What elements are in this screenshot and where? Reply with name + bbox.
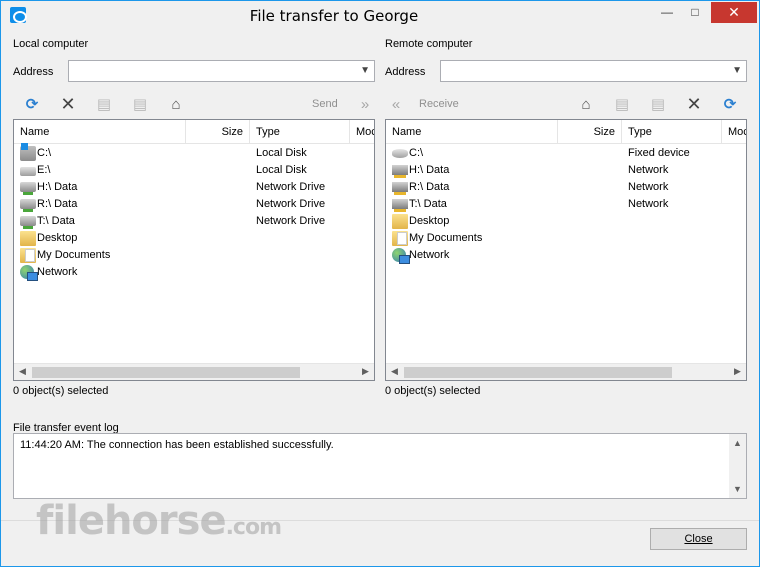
list-item[interactable]: My Documents (386, 230, 746, 247)
remote-selection-status: 0 object(s) selected (385, 385, 481, 397)
remote-address-combo[interactable]: ▼ (440, 60, 747, 82)
list-item[interactable]: R:\ Data Network (386, 179, 746, 196)
local-scroll-thumb[interactable] (32, 367, 300, 378)
scroll-down-icon[interactable]: ▼ (733, 484, 742, 494)
remote-computer-heading: Remote computer (385, 38, 473, 50)
local-horizontal-scrollbar[interactable]: ◀ ▶ (14, 363, 374, 380)
remote-refresh-icon[interactable]: ⟳ (721, 95, 739, 113)
folder-icon (392, 214, 408, 229)
local-new-folder-icon[interactable]: ▤ (95, 95, 113, 113)
network-drive-icon (392, 165, 408, 178)
documents-folder-icon (392, 231, 408, 246)
send-button-label[interactable]: Send (312, 98, 338, 110)
scroll-right-icon[interactable]: ▶ (734, 366, 741, 377)
chevron-down-icon[interactable]: ▼ (360, 65, 370, 76)
send-arrow-icon[interactable]: » (356, 95, 374, 113)
scroll-left-icon[interactable]: ◀ (19, 366, 26, 377)
scroll-right-icon[interactable]: ▶ (362, 366, 369, 377)
network-globe-icon (392, 248, 410, 264)
title-bar[interactable]: File transfer to George — □ ✕ (1, 1, 759, 31)
list-item[interactable]: Network (14, 264, 374, 281)
event-log-box[interactable]: 11:44:20 AM: The connection has been est… (13, 433, 747, 499)
scroll-up-icon[interactable]: ▲ (733, 438, 742, 448)
minimize-button[interactable]: — (653, 2, 681, 23)
local-selection-status: 0 object(s) selected (13, 385, 109, 397)
local-file-list[interactable]: Name Size Type Moc C:\ Local Disk E:\ Lo… (13, 119, 375, 381)
list-item[interactable]: Desktop (386, 213, 746, 230)
scroll-left-icon[interactable]: ◀ (391, 366, 398, 377)
window-title: File transfer to George (249, 7, 419, 25)
network-drive-icon (20, 199, 36, 212)
list-item[interactable]: C:\ Fixed device (386, 145, 746, 162)
drive-icon (20, 167, 36, 176)
list-item[interactable]: C:\ Local Disk (14, 143, 374, 162)
local-address-label: Address (13, 66, 54, 78)
local-address-combo[interactable]: ▼ (68, 60, 375, 82)
remote-delete-icon[interactable]: ✕ (685, 94, 703, 114)
remote-parent-folder-icon[interactable]: ▤ (613, 95, 631, 113)
remote-scroll-thumb[interactable] (404, 367, 672, 378)
close-button[interactable]: Close (650, 528, 747, 550)
local-list-header: Name Size Type Moc (14, 120, 374, 144)
local-refresh-icon[interactable]: ⟳ (23, 95, 41, 113)
maximize-button[interactable]: □ (681, 2, 709, 23)
remote-col-size[interactable]: Size (558, 120, 622, 144)
local-col-size[interactable]: Size (186, 120, 250, 144)
local-computer-heading: Local computer (13, 38, 89, 50)
list-item[interactable]: E:\ Local Disk (14, 162, 374, 179)
remote-new-folder-icon[interactable]: ▤ (649, 95, 667, 113)
chevron-down-icon[interactable]: ▼ (732, 65, 742, 76)
receive-button-label[interactable]: Receive (419, 98, 459, 110)
local-col-type[interactable]: Type (250, 120, 350, 144)
documents-folder-icon (20, 248, 36, 263)
receive-arrow-icon[interactable]: « (387, 95, 405, 113)
list-item[interactable]: Network (386, 247, 746, 264)
network-drive-icon (392, 199, 408, 212)
remote-col-modified[interactable]: Moc (722, 120, 746, 144)
remote-col-type[interactable]: Type (622, 120, 722, 144)
remote-horizontal-scrollbar[interactable]: ◀ ▶ (386, 363, 746, 380)
network-drive-icon (20, 182, 36, 195)
remote-home-icon[interactable]: ⌂ (577, 95, 595, 113)
filehorse-watermark: filehorse.com (36, 498, 282, 544)
log-vertical-scrollbar[interactable]: ▲ ▼ (729, 434, 746, 498)
list-item[interactable]: H:\ Data Network Drive (14, 179, 374, 196)
local-home-icon[interactable]: ⌂ (167, 95, 185, 113)
local-col-modified[interactable]: Moc (350, 120, 374, 144)
remote-file-list[interactable]: Name Size Type Moc C:\ Fixed device H:\ … (385, 119, 747, 381)
list-item[interactable]: T:\ Data Network (386, 196, 746, 213)
network-drive-icon (20, 216, 36, 229)
list-item[interactable]: H:\ Data Network (386, 162, 746, 179)
local-delete-icon[interactable]: ✕ (59, 94, 77, 114)
list-item[interactable]: Desktop (14, 230, 374, 247)
windows-drive-icon (20, 143, 36, 161)
list-item[interactable]: My Documents (14, 247, 374, 264)
remote-col-name[interactable]: Name (386, 120, 558, 144)
file-transfer-window: File transfer to George — □ ✕ Local comp… (0, 0, 760, 567)
remote-list-header: Name Size Type Moc (386, 120, 746, 144)
remote-address-label: Address (385, 66, 426, 78)
folder-icon (20, 231, 36, 246)
local-col-name[interactable]: Name (14, 120, 186, 144)
close-window-button[interactable]: ✕ (711, 2, 757, 23)
network-drive-icon (392, 182, 408, 195)
log-entry: 11:44:20 AM: The connection has been est… (20, 439, 334, 451)
list-item[interactable]: T:\ Data Network Drive (14, 213, 374, 230)
local-parent-folder-icon[interactable]: ▤ (131, 95, 149, 113)
list-item[interactable]: R:\ Data Network Drive (14, 196, 374, 213)
fixed-drive-icon (392, 149, 408, 158)
network-globe-icon (20, 265, 38, 281)
